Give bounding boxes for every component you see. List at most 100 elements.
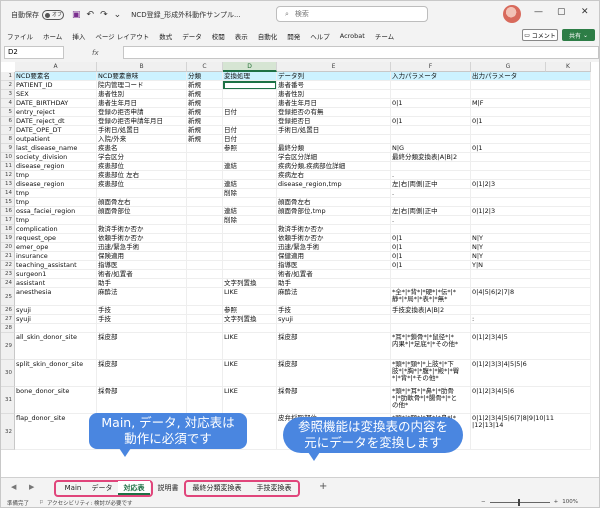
table-cell[interactable]: 0|1 xyxy=(471,117,591,126)
row-header[interactable]: 3 xyxy=(1,90,15,99)
table-cell[interactable]: 日付 xyxy=(223,135,277,144)
table-cell[interactable]: 日付 xyxy=(223,126,277,135)
close-icon[interactable]: ✕ xyxy=(581,7,589,17)
table-cell[interactable]: 0|1 xyxy=(391,252,471,261)
table-cell[interactable]: 術者/処置者 xyxy=(97,270,187,279)
table-cell[interactable]: 0|1|2|3|3|4|5|5|6 xyxy=(471,360,591,387)
table-cell[interactable]: 顔面骨左右 xyxy=(97,198,187,207)
table-cell[interactable]: society_division xyxy=(15,153,97,162)
name-box[interactable]: D2 xyxy=(4,46,64,59)
table-cell[interactable]: 新規 xyxy=(187,126,223,135)
table-cell[interactable]: 手技 xyxy=(277,306,391,315)
table-cell[interactable]: 学会区分詳細 xyxy=(277,153,391,162)
table-cell[interactable]: 0|1|2|3 xyxy=(471,180,591,189)
column-header[interactable]: E xyxy=(277,62,391,72)
table-cell[interactable]: N|Y xyxy=(471,234,591,243)
table-cell[interactable]: *耳*|*鎖骨*|*鼠径*|* 内果*|*足底*|*その他* xyxy=(391,333,471,360)
table-cell[interactable]: 新規 xyxy=(187,135,223,144)
table-cell[interactable]: complication xyxy=(15,225,97,234)
column-header[interactable]: B xyxy=(97,62,187,72)
table-cell[interactable]: syuji xyxy=(15,306,97,315)
row-header[interactable]: 2 xyxy=(1,81,15,90)
table-cell[interactable]: N|Y xyxy=(471,252,591,261)
table-cell[interactable] xyxy=(471,216,591,225)
table-cell[interactable] xyxy=(97,324,187,333)
table-cell[interactable]: 0|1|2|3|4|5 xyxy=(471,333,591,360)
ribbon-tab[interactable]: 表示 xyxy=(235,31,248,41)
table-cell[interactable] xyxy=(223,171,277,180)
table-cell[interactable] xyxy=(471,198,591,207)
tab-manual[interactable]: 説明書 xyxy=(154,481,182,495)
table-cell[interactable]: syuji xyxy=(277,315,391,324)
table-cell[interactable] xyxy=(187,162,223,171)
table-cell[interactable]: 麻酔法 xyxy=(277,288,391,306)
table-cell[interactable] xyxy=(223,243,277,252)
table-cell[interactable]: 登録拒否の有無 xyxy=(277,108,391,117)
table-cell[interactable]: disease_region xyxy=(15,162,97,171)
ribbon-tab[interactable]: 自動化 xyxy=(258,31,278,41)
table-cell[interactable]: 0|1 xyxy=(391,117,471,126)
table-cell[interactable]: LIKE xyxy=(223,387,277,414)
table-cell[interactable] xyxy=(187,252,223,261)
table-cell[interactable]: DATE_OPE_DT xyxy=(15,126,97,135)
table-cell[interactable] xyxy=(187,198,223,207)
table-cell[interactable] xyxy=(223,270,277,279)
row-header[interactable]: 12 xyxy=(1,171,15,180)
zoom-level[interactable]: 100% xyxy=(562,499,578,505)
table-cell[interactable]: 手術日/処置日 xyxy=(277,126,391,135)
table-cell[interactable] xyxy=(223,225,277,234)
table-cell[interactable] xyxy=(391,324,471,333)
row-header[interactable]: 14 xyxy=(1,189,15,198)
table-cell[interactable]: LIKE xyxy=(223,360,277,387)
table-cell[interactable]: 削除 xyxy=(223,189,277,198)
table-cell[interactable] xyxy=(187,306,223,315)
table-cell[interactable]: outpatient xyxy=(15,135,97,144)
table-cell[interactable]: 文字列置換 xyxy=(223,279,277,288)
table-cell[interactable]: 参照 xyxy=(223,144,277,153)
table-cell[interactable] xyxy=(187,324,223,333)
redo-icon[interactable]: ↷ xyxy=(100,10,108,20)
table-cell[interactable]: insurance xyxy=(15,252,97,261)
table-cell[interactable]: . xyxy=(391,216,471,225)
maximize-icon[interactable]: ▢ xyxy=(557,7,566,17)
row-header[interactable]: 9 xyxy=(1,144,15,153)
tab-main[interactable]: Main xyxy=(59,481,87,495)
ribbon-tab[interactable]: 校閲 xyxy=(212,31,225,41)
table-cell[interactable]: ossa_faciei_region xyxy=(15,207,97,216)
table-cell[interactable]: DATE_reject_dt xyxy=(15,117,97,126)
table-cell[interactable]: 手技 xyxy=(97,306,187,315)
table-cell[interactable] xyxy=(187,279,223,288)
row-header[interactable]: 31 xyxy=(1,387,15,414)
row-header[interactable]: 17 xyxy=(1,216,15,225)
table-cell[interactable] xyxy=(277,324,391,333)
row-header[interactable]: 23 xyxy=(1,270,15,279)
ribbon-tab[interactable]: ホーム xyxy=(43,31,62,41)
row-header[interactable]: 22 xyxy=(1,261,15,270)
table-cell[interactable]: 採骨部 xyxy=(97,387,187,414)
table-cell[interactable]: 保健適用 xyxy=(277,252,391,261)
table-cell[interactable]: *全*|*背*|*硬*|*伝*|* 静*|*局*|*表*|*無* xyxy=(391,288,471,306)
avatar[interactable] xyxy=(503,5,521,23)
table-cell[interactable]: 迅速/緊急手術 xyxy=(277,243,391,252)
table-cell[interactable] xyxy=(223,198,277,207)
document-title[interactable]: NCD登録_形成外科動作サンプル... xyxy=(131,10,240,20)
table-cell[interactable]: NCD要素名 xyxy=(15,72,97,81)
table-cell[interactable]: 登録の拒否申請 xyxy=(97,108,187,117)
customize-icon[interactable]: ⌄ xyxy=(114,10,122,20)
table-cell[interactable]: request_ope xyxy=(15,234,97,243)
table-cell[interactable] xyxy=(223,99,277,108)
table-cell[interactable]: 最終分類 xyxy=(277,144,391,153)
table-cell[interactable]: tmp xyxy=(15,189,97,198)
row-header[interactable]: 28 xyxy=(1,324,15,333)
table-cell[interactable] xyxy=(391,198,471,207)
table-cell[interactable]: 助手 xyxy=(97,279,187,288)
table-cell[interactable]: 採皮部 xyxy=(277,333,391,360)
comment-button[interactable]: ▭ コメント xyxy=(522,29,558,41)
table-cell[interactable]: 登録の拒否申請年月日 xyxy=(97,117,187,126)
table-cell[interactable] xyxy=(187,225,223,234)
save-icon[interactable]: ▣ xyxy=(72,10,81,20)
table-cell[interactable]: 参照 xyxy=(223,306,277,315)
table-cell[interactable]: 採皮部 xyxy=(97,333,187,360)
ribbon-tab[interactable]: ヘルプ xyxy=(310,31,330,41)
table-cell[interactable]: 出力パラメータ xyxy=(471,72,591,81)
